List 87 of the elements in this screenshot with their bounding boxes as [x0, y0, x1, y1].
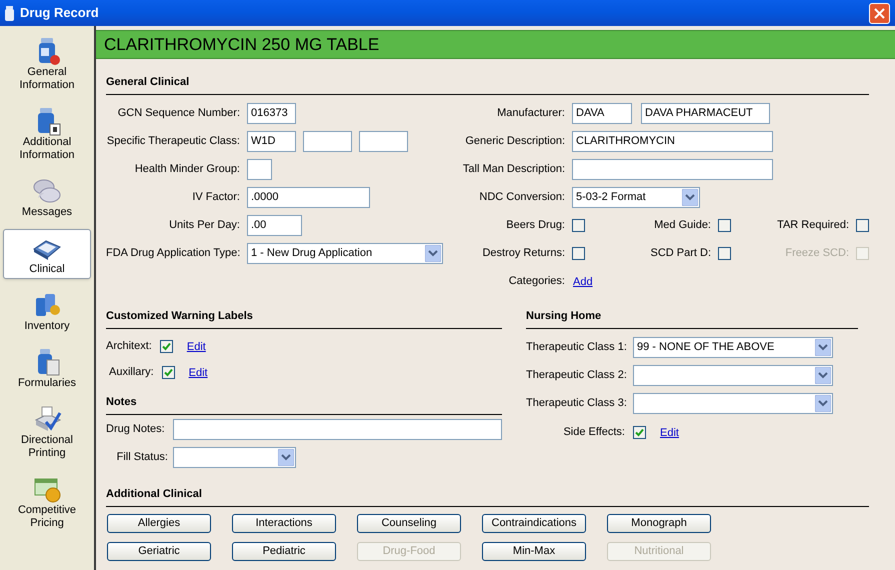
field-label: Categories: [508, 274, 565, 289]
sidebar-item[interactable]: Formularies [3, 343, 91, 393]
action-button[interactable]: Monograph [607, 514, 711, 533]
pill-bottle-icon [5, 6, 14, 20]
sidebar-item[interactable]: Competitive Pricing [3, 470, 91, 533]
window-title: Drug Record [20, 4, 99, 22]
dropdown-arrow-icon [425, 244, 441, 262]
dropdown[interactable]: 5-03-2 Format [572, 186, 700, 208]
checkbox[interactable] [718, 246, 731, 260]
edit-link[interactable]: Add [573, 276, 593, 288]
section-heading: Nursing Home [526, 309, 602, 324]
dropdown-arrow-icon [815, 366, 831, 384]
field-label: Therapeutic Class 2: [526, 368, 625, 383]
action-button[interactable]: Counseling [357, 514, 461, 533]
sidebar-item[interactable]: Directional Printing [3, 400, 91, 463]
text-field[interactable] [572, 158, 773, 180]
checkbox[interactable] [162, 366, 175, 378]
field-label: TAR Required: [776, 218, 849, 233]
field-label: Specific Therapeutic Class: [106, 134, 240, 149]
field-label: FDA Drug Application Type: [106, 246, 240, 261]
action-button[interactable]: Geriatric [107, 542, 211, 561]
text-field[interactable] [173, 418, 502, 440]
field-label: Generic Description: [464, 134, 565, 149]
sidebar-item[interactable]: Clinical [3, 229, 91, 279]
close-button[interactable] [869, 2, 890, 24]
dropdown-arrow-icon [278, 448, 294, 466]
checkbox[interactable] [718, 218, 731, 232]
field-label: Therapeutic Class 1: [526, 340, 625, 355]
section-heading: Additional Clinical [106, 487, 202, 502]
sidebar-item[interactable]: Messages [3, 172, 91, 222]
field-label: SCD Part D: [649, 246, 711, 261]
field-label: Destroy Returns: [481, 246, 565, 261]
field-label: Beers Drug: [505, 218, 565, 233]
section-heading: Customized Warning Labels [106, 309, 253, 324]
drug-title: CLARITHROMYCIN 250 MG TABLE [104, 34, 380, 56]
text-field[interactable]: CLARITHROMYCIN [572, 130, 773, 152]
edit-link[interactable]: Edit [186, 341, 206, 353]
field-label: NDC Conversion: [478, 190, 565, 205]
field-label: Med Guide: [653, 218, 711, 233]
action-button[interactable]: Contraindications [482, 514, 586, 533]
sidebar-item[interactable]: Additional Information [3, 102, 91, 165]
text-field[interactable]: DAVA [572, 102, 632, 124]
dropdown-arrow-icon [815, 394, 831, 412]
action-button[interactable]: Pediatric [232, 542, 336, 561]
dropdown-arrow-icon [815, 338, 831, 356]
checkbox[interactable] [160, 340, 173, 352]
field-label: Manufacturer: [496, 106, 565, 121]
close-icon [874, 8, 885, 18]
section-heading: Notes [106, 395, 137, 410]
text-field[interactable] [247, 158, 272, 180]
text-field[interactable] [359, 130, 408, 152]
sidebar-item[interactable]: Inventory [3, 286, 91, 336]
checkbox[interactable] [572, 246, 585, 260]
field-label: GCN Sequence Number: [116, 106, 240, 121]
field-label: Units Per Day: [168, 218, 240, 233]
checkbox[interactable] [572, 218, 585, 232]
dropdown-arrow-icon [682, 188, 698, 206]
text-field[interactable]: .0000 [247, 186, 370, 208]
checkbox[interactable] [633, 426, 646, 438]
edit-link[interactable]: Edit [660, 427, 679, 439]
text-field[interactable] [303, 130, 352, 152]
dropdown[interactable] [633, 364, 833, 386]
text-field[interactable]: 016373 [247, 102, 296, 124]
field-label: Tall Man Description: [462, 162, 565, 177]
action-button[interactable]: Allergies [107, 514, 211, 533]
field-label: IV Factor: [191, 190, 240, 205]
field-label: Fill Status: [116, 450, 168, 465]
field-label: Auxillary: [109, 364, 154, 380]
field-label: Therapeutic Class 3: [526, 396, 625, 411]
field-label: Side Effects: [562, 424, 625, 440]
dropdown[interactable] [173, 446, 296, 468]
text-field[interactable]: W1D [247, 130, 296, 152]
text-field[interactable]: .00 [247, 214, 302, 236]
action-button[interactable]: Interactions [232, 514, 336, 533]
dropdown[interactable]: 99 - NONE OF THE ABOVE [633, 336, 833, 358]
field-label: Architext: [106, 338, 152, 354]
field-label: Freeze SCD: [784, 246, 849, 261]
action-button[interactable]: Min-Max [482, 542, 586, 561]
sidebar-item[interactable]: General Information [3, 32, 91, 95]
edit-link[interactable]: Edit [188, 367, 208, 379]
dropdown[interactable] [633, 392, 833, 414]
field-label: Drug Notes: [106, 422, 166, 437]
section-heading: General Clinical [106, 75, 190, 90]
dropdown[interactable]: 1 - New Drug Application [247, 242, 443, 264]
checkbox[interactable] [856, 218, 869, 232]
text-field[interactable]: DAVA PHARMACEUT [641, 102, 770, 124]
field-label: Health Minder Group: [134, 162, 240, 177]
